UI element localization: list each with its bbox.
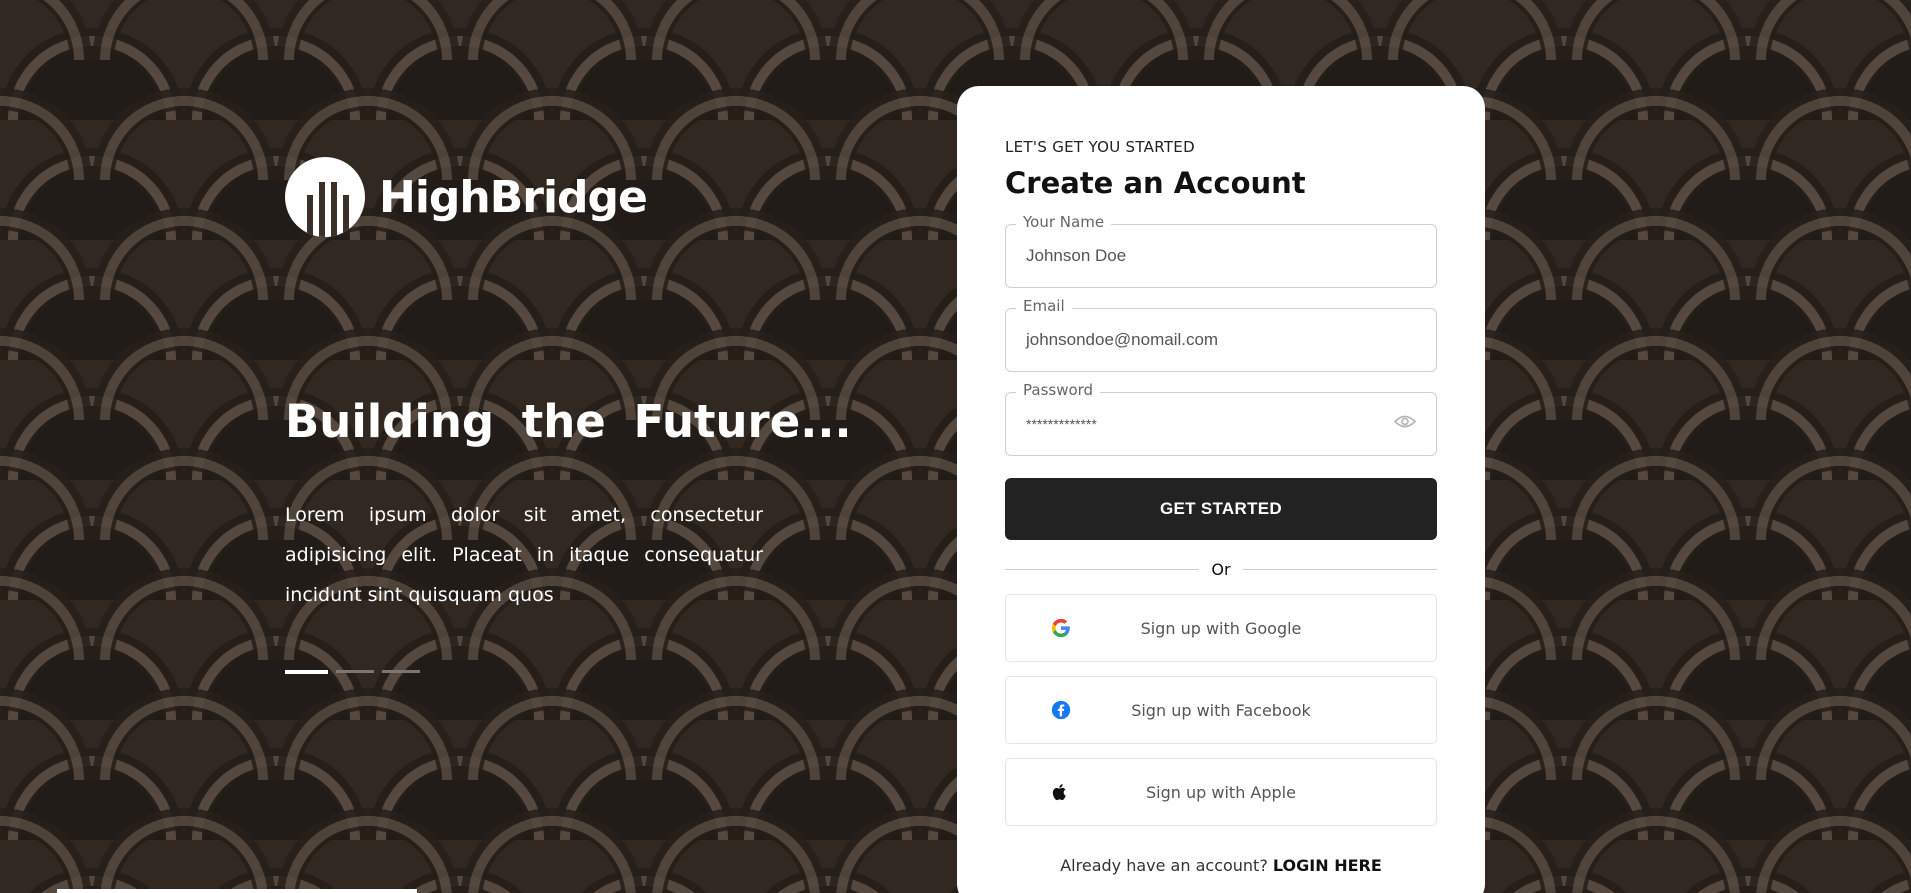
apple-signup-button[interactable]: Sign up with Apple xyxy=(1005,758,1437,826)
slide-dot-3[interactable] xyxy=(382,670,420,673)
password-label: Password xyxy=(1016,381,1101,399)
slide-dot-1[interactable] xyxy=(285,670,328,674)
login-prompt-text: Already have an account? xyxy=(1060,856,1268,875)
brand-name: HighBridge xyxy=(379,171,648,223)
google-icon xyxy=(1050,617,1072,639)
apple-signup-label: Sign up with Apple xyxy=(1146,782,1296,802)
form-title: Create an Account xyxy=(1005,166,1306,200)
login-prompt: Already have an account? LOGIN HERE xyxy=(1005,856,1437,875)
logo-mark-icon xyxy=(285,157,365,237)
email-value[interactable]: johnsondoe@nomail.com xyxy=(1026,330,1218,350)
apple-icon xyxy=(1050,781,1072,803)
facebook-icon xyxy=(1050,699,1072,721)
hero-text: Lorem ipsum dolor sit amet, consectetur … xyxy=(285,504,763,606)
google-signup-label: Sign up with Google xyxy=(1140,618,1302,638)
brand-logo: HighBridge xyxy=(285,157,648,237)
or-divider: Or xyxy=(1005,558,1438,580)
bottom-progress-bar xyxy=(57,889,417,893)
password-value[interactable]: ************* xyxy=(1026,416,1097,432)
password-field[interactable]: Password ************* xyxy=(1005,381,1437,456)
eye-icon[interactable] xyxy=(1393,414,1417,435)
name-field[interactable]: Your Name Johnson Doe xyxy=(1005,213,1437,288)
name-label: Your Name xyxy=(1016,213,1112,231)
divider-label: Or xyxy=(1211,559,1231,579)
name-value[interactable]: Johnson Doe xyxy=(1026,246,1126,266)
slide-dot-2[interactable] xyxy=(336,670,374,673)
slider-indicator xyxy=(285,670,420,674)
email-label: Email xyxy=(1016,297,1072,315)
hero-title: Building the Future... xyxy=(285,395,852,448)
facebook-signup-label: Sign up with Facebook xyxy=(1131,700,1311,720)
facebook-signup-button[interactable]: Sign up with Facebook xyxy=(1005,676,1437,744)
form-eyebrow: LET'S GET YOU STARTED xyxy=(1005,138,1195,156)
login-link[interactable]: LOGIN HERE xyxy=(1273,856,1382,875)
email-field[interactable]: Email johnsondoe@nomail.com xyxy=(1005,297,1437,372)
google-signup-button[interactable]: Sign up with Google xyxy=(1005,594,1437,662)
get-started-button[interactable]: GET STARTED xyxy=(1005,478,1437,540)
signup-card: LET'S GET YOU STARTED Create an Account … xyxy=(957,86,1485,893)
